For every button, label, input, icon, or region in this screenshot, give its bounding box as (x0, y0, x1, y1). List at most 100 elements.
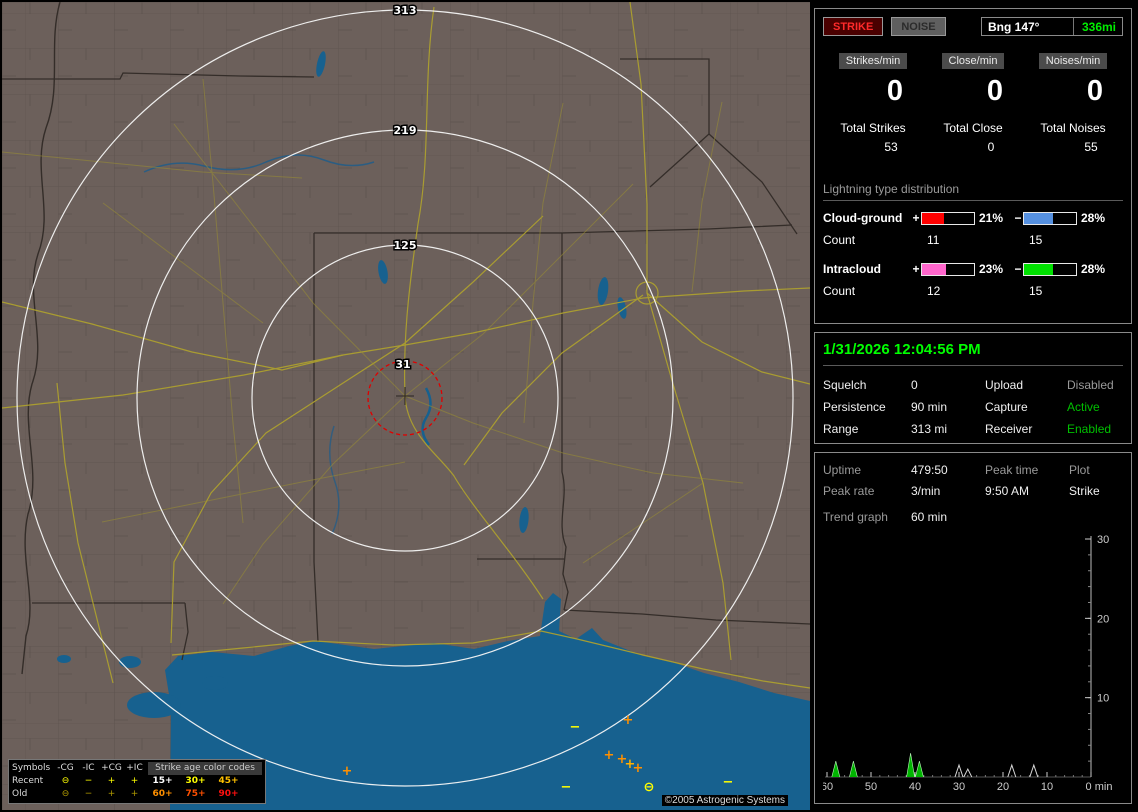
trend-x-tick: 40 (909, 781, 921, 792)
trend-x-tick: 30 (953, 781, 965, 792)
pos-cg-symbol: + (107, 776, 116, 786)
strike-stats-panel: STRIKE NOISE Bng 147° 336mi Strikes/min … (814, 8, 1132, 324)
neg-cg-symbol: ⊖ (61, 776, 70, 786)
age-code: 60+ (152, 789, 173, 799)
neg-ic-symbol: − (84, 789, 93, 799)
lightning-map[interactable]: − + + + + + ⊖ − + − 313 219 125 31 Symbols -CG -I… (2, 2, 810, 810)
trend-y-tick: 30 (1097, 534, 1109, 546)
legend-recent-row: Recent ⊖ − + + 15+ 30+ 45+ (12, 775, 262, 788)
intracloud-label: Intracloud (823, 262, 882, 276)
app-window: − + + + + + ⊖ − + − 313 219 125 31 Symbols -CG -I… (0, 0, 1138, 812)
age-code: 30+ (185, 776, 206, 786)
strike-marker: + (623, 713, 634, 728)
cg-plus-percent: 21% (979, 211, 1004, 225)
age-code: 75+ (185, 789, 206, 799)
trend-axes: 30 20 10 60 50 40 30 20 10 0 min (823, 534, 1112, 792)
datetime-display: 1/31/2026 12:04:56 PM (823, 341, 981, 358)
strike-marker: − (723, 775, 734, 790)
uptime-grid: Uptime 479:50 Peak time Plot Peak rate 3… (823, 463, 1123, 498)
noises-per-min-value: 0 (1086, 75, 1104, 107)
trend-spikes (831, 753, 1039, 778)
ic-minus-bar (1023, 262, 1077, 276)
total-close-value: 0 (987, 140, 995, 154)
distribution-title: Lightning type distribution (823, 182, 1123, 201)
close-per-min-chip: Close/min (941, 53, 1005, 69)
squelch-value: 0 (911, 378, 918, 392)
trend-x-tick: 50 (865, 781, 877, 792)
legend-old-row: Old ⊖ − + + 60+ 75+ 90+ (12, 788, 262, 801)
trend-graph-header: Trend graph 60 min (823, 510, 1123, 524)
squelch-label: Squelch (823, 378, 867, 392)
total-noises-value: 55 (1084, 140, 1098, 154)
uptime-label: Uptime (823, 463, 862, 477)
cg-plus-bar (921, 211, 975, 225)
status-panel: 1/31/2026 12:04:56 PM Squelch 0 Upload D… (814, 332, 1132, 444)
capture-status: Active (1067, 400, 1100, 414)
bearing-readout: Bng 147° 336mi (981, 17, 1123, 36)
bearing-distance: 336mi (1072, 18, 1116, 35)
pos-cg-symbol: + (107, 789, 116, 799)
intracloud-row: Intracloud + 23% − 28% (823, 261, 1123, 277)
strike-marker: ⊖ (644, 780, 655, 795)
pos-ic-symbol: + (130, 776, 139, 786)
age-code: 45+ (218, 776, 239, 786)
noises-per-min-chip: Noises/min (1038, 53, 1108, 69)
trend-spike (1029, 763, 1039, 778)
trend-panel: Uptime 479:50 Peak time Plot Peak rate 3… (814, 452, 1132, 804)
upload-label: Upload (985, 378, 1024, 392)
trend-x-tick: 60 (823, 781, 833, 792)
strike-marker: + (633, 761, 644, 776)
rate-counters: Strikes/min 0 Total Strikes 53 Close/min… (823, 51, 1123, 154)
legend-row-label: Old (12, 789, 28, 799)
persistence-label: Persistence (823, 400, 886, 414)
trend-y-tick: 20 (1097, 613, 1109, 625)
legend-col-pos-ic: +IC (126, 763, 143, 773)
strike-marker: − (561, 780, 572, 795)
peak-rate-value: 3/min (911, 484, 941, 498)
close-per-min-value: 0 (986, 75, 1004, 107)
strike-button[interactable]: STRIKE (823, 17, 884, 36)
trend-graph-window: 60 min (911, 510, 948, 524)
neg-cg-symbol: ⊖ (61, 789, 70, 799)
legend-row-label: Recent (12, 776, 44, 786)
noise-button[interactable]: NOISE (891, 17, 946, 36)
strikes-per-min-column: Strikes/min 0 Total Strikes 53 (823, 51, 923, 154)
total-noises-label: Total Noises (1040, 121, 1106, 135)
range-ring-label: 219 (394, 124, 417, 137)
age-code: 15+ (152, 776, 173, 786)
minus-sign: − (1014, 262, 1022, 276)
trend-spike (831, 761, 841, 778)
strike-marker: − (570, 720, 581, 735)
divider (823, 365, 1123, 366)
upload-status: Disabled (1067, 378, 1114, 392)
strike-legend: Symbols -CG -IC +CG +IC Strike age color… (8, 759, 266, 804)
bearing-value: Bng 147° (988, 19, 1040, 34)
cg-minus-count: 15 (1029, 232, 1043, 247)
range-ring-label: 125 (394, 239, 417, 252)
total-strikes-value: 53 (884, 140, 898, 154)
plus-sign: + (912, 211, 920, 225)
trend-spike (849, 761, 858, 778)
peak-rate-label: Peak rate (823, 484, 875, 498)
trend-spike (906, 753, 915, 778)
capture-label: Capture (985, 400, 1028, 414)
age-code: 90+ (218, 789, 239, 799)
trend-x-tick: 0 min (1086, 781, 1113, 792)
trend-graph: 30 20 10 60 50 40 30 20 10 0 min (823, 534, 1112, 792)
trend-spike (915, 761, 924, 778)
ic-plus-count: 12 (927, 283, 941, 298)
trend-graph-label: Trend graph (823, 510, 888, 524)
range-ring-label: 31 (395, 358, 410, 371)
total-strikes-label: Total Strikes (840, 121, 906, 135)
cg-plus-count: 11 (927, 232, 940, 247)
legend-header-row: Symbols -CG -IC +CG +IC Strike age color… (12, 762, 262, 775)
copyright-text: ©2005 Astrogenic Systems (661, 795, 788, 806)
legend-col-neg-cg: -CG (57, 763, 74, 773)
cloud-ground-count-row: Count 11 15 (823, 232, 1123, 247)
receiver-label: Receiver (985, 422, 1033, 436)
legend-age-title: Strike age color codes (148, 762, 262, 775)
cloud-ground-row: Cloud-ground + 21% − 28% (823, 210, 1123, 226)
range-ring-label: 313 (394, 4, 417, 17)
persistence-value: 90 min (911, 400, 948, 414)
uptime-value: 479:50 (911, 463, 948, 477)
